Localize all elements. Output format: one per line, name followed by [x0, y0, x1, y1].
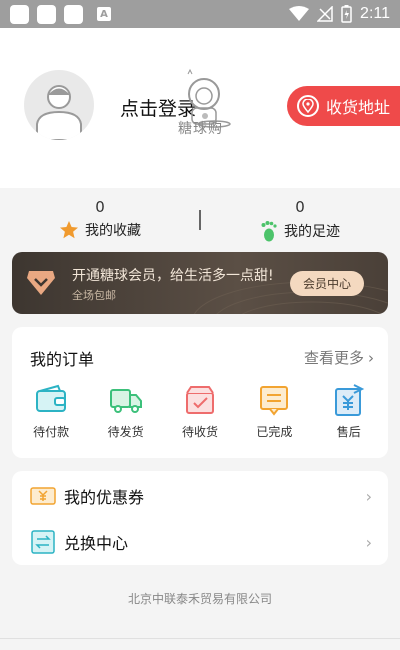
my-coupons-row[interactable]: 我的优惠券 › [12, 473, 388, 519]
chevron-right-icon: › [368, 348, 374, 367]
wifi-icon [289, 6, 310, 21]
status-bar: A 2:11 [0, 0, 400, 28]
clock: 2:11 [360, 5, 390, 22]
stats-row: 0 我的收藏 0 我的足迹 [0, 188, 400, 246]
order-pending-shipment[interactable]: 待发货 [91, 383, 161, 440]
chevron-right-icon: › [365, 532, 372, 552]
order-after-sales-label: 售后 [336, 425, 361, 439]
signal-icon [317, 6, 333, 22]
exchange-center-label: 兑换中心 [64, 534, 129, 553]
order-completed-label: 已完成 [256, 425, 293, 439]
address-button-label: 收货地址 [326, 98, 391, 117]
star-icon [60, 221, 78, 239]
view-more-link[interactable]: 查看更多 › [304, 347, 374, 368]
address-button[interactable]: 收货地址 [287, 86, 400, 126]
order-pending-shipment-label: 待发货 [107, 425, 144, 439]
my-coupons-label: 我的优惠券 [64, 488, 145, 507]
services-card: 我的优惠券 › 兑换中心 › [12, 471, 388, 565]
vip-diamond-icon [27, 271, 55, 295]
location-pin-icon [297, 95, 319, 117]
vip-subtitle: 全场包邮 [72, 289, 116, 302]
profile-header: 点击登录 糖球购 收货地址 [0, 28, 400, 188]
coupon-icon [30, 487, 56, 505]
document-icon [260, 386, 289, 416]
footprints-label: 我的足迹 [284, 224, 340, 240]
vip-banner[interactable]: 开通糖球会员，给生活多一点甜! 全场包邮 会员中心 [12, 252, 388, 314]
order-after-sales[interactable]: 售后 [314, 383, 384, 440]
footprints-stat[interactable]: 0 我的足迹 [200, 188, 400, 246]
stats-divider [199, 210, 201, 230]
favorites-stat[interactable]: 0 我的收藏 [0, 188, 200, 246]
order-pending-receipt[interactable]: 待收货 [165, 383, 235, 440]
wallet-icon [36, 384, 67, 412]
favorites-count: 0 [95, 198, 105, 216]
refund-icon [334, 384, 364, 416]
exchange-center-row[interactable]: 兑换中心 › [12, 519, 388, 565]
notification-icon [10, 4, 29, 24]
footprints-count: 0 [295, 198, 305, 216]
exchange-icon [31, 530, 55, 554]
orders-title: 我的订单 [30, 350, 95, 369]
brand-name: 糖球购 [178, 121, 223, 137]
notification-icon [37, 4, 56, 24]
view-more-label: 查看更多 [303, 349, 364, 367]
battery-icon [341, 5, 352, 23]
favorites-label: 我的收藏 [85, 223, 141, 239]
default-avatar-icon [36, 85, 82, 140]
orders-card: 我的订单 查看更多 › 待付款 待发货 待收货 已完成 售后 [12, 327, 388, 458]
chevron-right-icon: › [365, 486, 372, 506]
vip-center-button[interactable]: 会员中心 [290, 271, 364, 296]
notification-a-icon: A [97, 7, 111, 21]
order-pending-receipt-label: 待收货 [181, 425, 218, 439]
vip-title: 开通糖球会员，给生活多一点甜! [72, 268, 274, 284]
box-icon [185, 386, 214, 414]
company-footer: 北京中联泰禾贸易有限公司 [127, 592, 272, 606]
truck-icon [109, 389, 142, 413]
order-pending-payment-label: 待付款 [33, 425, 70, 439]
order-pending-payment[interactable]: 待付款 [16, 383, 86, 440]
order-completed[interactable]: 已完成 [239, 383, 309, 440]
avatar[interactable] [24, 70, 94, 140]
bottom-divider [0, 638, 400, 639]
footprint-icon [261, 221, 277, 242]
notification-icon [64, 4, 83, 24]
